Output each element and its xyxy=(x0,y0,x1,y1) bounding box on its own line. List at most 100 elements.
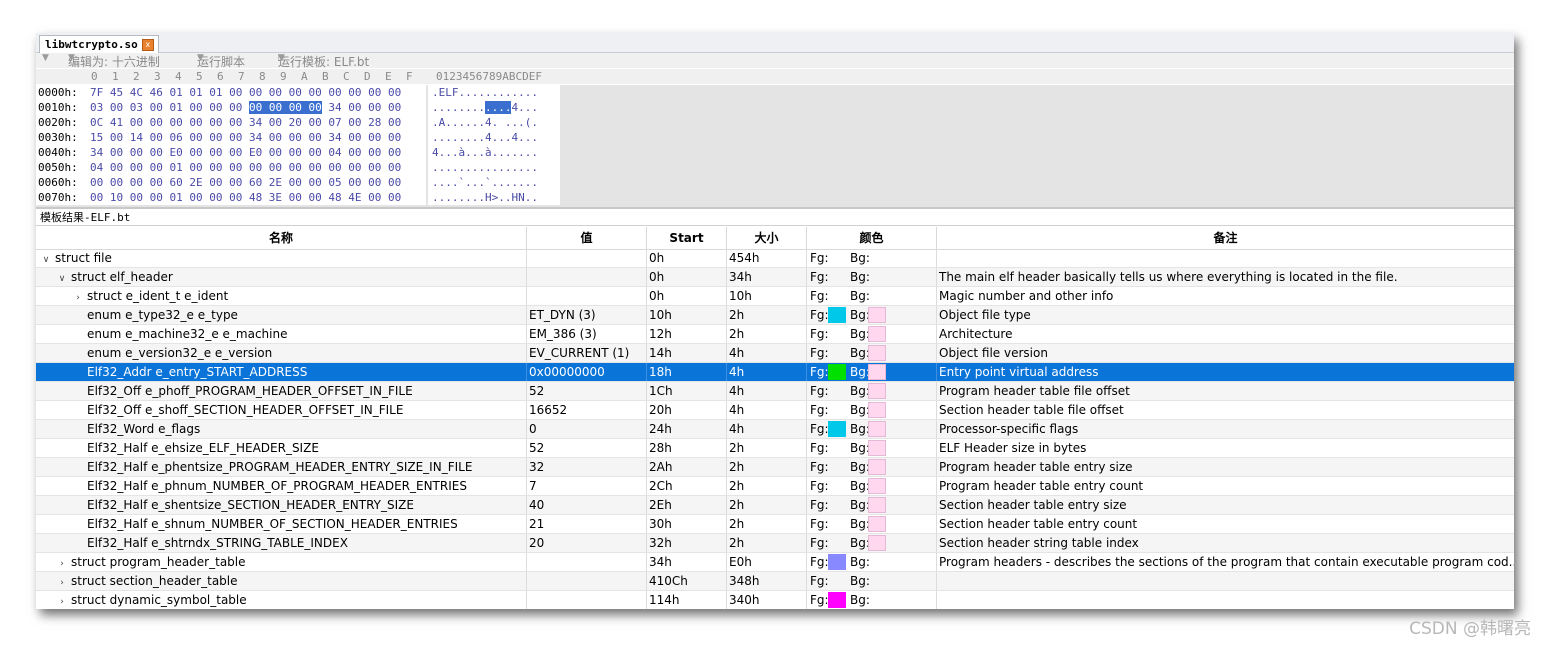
table-row[interactable]: › struct program_header_table 34h E0h Fg: Bg:… xyxy=(36,553,1514,572)
column-header-size[interactable]: 大小 xyxy=(727,227,807,249)
ascii-text[interactable]: 4... xyxy=(511,101,538,114)
bg-label: Bg: xyxy=(850,593,870,607)
table-row[interactable]: enum e_type32_e e_type ET_DYN (3) 10h 2h Fg:… xyxy=(36,306,1514,325)
table-row[interactable]: ∨ struct elf_header 0h 34h Fg: Bg: The main el… xyxy=(36,268,1514,287)
fg-color-swatch[interactable] xyxy=(828,307,846,323)
hex-bytes-selected[interactable]: 00 00 00 00 xyxy=(248,101,322,114)
row-value[interactable]: 7 xyxy=(527,477,647,495)
hex-view[interactable]: 0000h: 7F 45 4C 46 01 01 01 00 00 00 00 0… xyxy=(36,85,1514,207)
table-row[interactable]: enum e_machine32_e e_machine EM_386 (3) 12… xyxy=(36,325,1514,344)
bg-color-swatch[interactable] xyxy=(868,535,886,551)
bg-label: Bg: xyxy=(850,346,870,360)
bg-color-swatch[interactable] xyxy=(868,326,886,342)
row-value[interactable] xyxy=(527,287,647,305)
ascii-text[interactable]: 4...à...à....... xyxy=(432,146,538,159)
fg-label: Fg: xyxy=(810,574,829,588)
row-value[interactable] xyxy=(527,572,647,590)
table-row[interactable]: Elf32_Addr e_entry_START_ADDRESS 0x000000… xyxy=(36,363,1514,382)
table-row[interactable]: › struct e_ident_t e_ident 0h 10h Fg: Bg: Magi… xyxy=(36,287,1514,306)
column-header-comment[interactable]: 备注 xyxy=(937,227,1514,249)
row-value[interactable]: 40 xyxy=(527,496,647,514)
ascii-text[interactable]: ........4...4... xyxy=(432,131,538,144)
fg-color-swatch[interactable] xyxy=(828,364,846,380)
close-icon[interactable]: x xyxy=(141,38,154,51)
row-value[interactable] xyxy=(527,268,647,286)
column-header-name[interactable]: 名称 xyxy=(36,227,527,249)
table-row[interactable]: Elf32_Off e_phoff_PROGRAM_HEADER_OFFSET_… xyxy=(36,382,1514,401)
ascii-text[interactable]: ........H>..HN.. xyxy=(432,191,538,204)
fg-color-swatch[interactable] xyxy=(828,592,846,608)
bg-color-swatch[interactable] xyxy=(868,459,886,475)
table-row[interactable]: Elf32_Off e_shoff_SECTION_HEADER_OFFSET_… xyxy=(36,401,1514,420)
row-value[interactable]: 21 xyxy=(527,515,647,533)
hex-bytes[interactable]: 7F 45 4C 46 01 01 01 00 00 00 00 00 00 0… xyxy=(90,86,401,99)
bg-color-swatch[interactable] xyxy=(868,516,886,532)
collapse-chevron-icon[interactable]: ∨ xyxy=(40,251,52,267)
hex-bytes[interactable]: 34 00 00 00 xyxy=(322,101,401,114)
row-value[interactable]: 20 xyxy=(527,534,647,552)
row-value[interactable]: 52 xyxy=(527,382,647,400)
bg-color-swatch[interactable] xyxy=(868,478,886,494)
table-row[interactable]: Elf32_Half e_ehsize_ELF_HEADER_SIZE 52 28h… xyxy=(36,439,1514,458)
table-row[interactable]: Elf32_Half e_phentsize_PROGRAM_HEADER_EN… xyxy=(36,458,1514,477)
row-value[interactable]: EM_386 (3) xyxy=(527,325,647,343)
column-header-start[interactable]: Start xyxy=(647,227,727,249)
table-row[interactable]: Elf32_Half e_phnum_NUMBER_OF_PROGRAM_HEA… xyxy=(36,477,1514,496)
ascii-text[interactable]: .ELF............ xyxy=(432,86,538,99)
expand-chevron-icon[interactable]: › xyxy=(56,593,68,609)
ascii-text-selected[interactable]: .... xyxy=(484,101,512,114)
table-row[interactable]: Elf32_Half e_shnum_NUMBER_OF_SECTION_HEA… xyxy=(36,515,1514,534)
column-header-color[interactable]: 颜色 xyxy=(807,227,937,249)
row-start: 12h xyxy=(647,325,727,343)
hex-bytes[interactable]: 00 00 00 00 60 2E 00 00 60 2E 00 00 05 0… xyxy=(90,176,401,189)
row-value[interactable] xyxy=(527,249,647,267)
table-row[interactable]: enum e_version32_e e_version EV_CURRENT (… xyxy=(36,344,1514,363)
row-value[interactable] xyxy=(527,553,647,571)
row-start: 410Ch xyxy=(647,572,727,590)
bg-color-swatch[interactable] xyxy=(868,383,886,399)
expand-chevron-icon[interactable]: › xyxy=(56,555,68,571)
hex-bytes[interactable]: 00 10 00 00 01 00 00 00 48 3E 00 00 48 4… xyxy=(90,191,401,204)
ascii-text[interactable]: ................ xyxy=(432,161,538,174)
bg-color-swatch[interactable] xyxy=(868,364,886,380)
bg-color-swatch[interactable] xyxy=(868,497,886,513)
table-row[interactable]: › struct section_header_table 410Ch 348h Fg:… xyxy=(36,572,1514,591)
row-value[interactable]: 0 xyxy=(527,420,647,438)
tab-file[interactable]: libwtcrypto.so x xyxy=(39,35,159,53)
expand-chevron-icon[interactable]: › xyxy=(56,574,68,590)
table-row[interactable]: ∨ struct file 0h 454h Fg: Bg: xyxy=(36,249,1514,268)
ascii-text[interactable]: .A......4. ...(. xyxy=(432,116,538,129)
bg-color-swatch[interactable] xyxy=(868,421,886,437)
hex-bytes[interactable]: 0C 41 00 00 00 00 00 00 34 00 20 00 07 0… xyxy=(90,116,401,129)
row-comment: Architecture xyxy=(939,327,1013,341)
bg-color-swatch[interactable] xyxy=(868,307,886,323)
hex-bytes[interactable]: 15 00 14 00 06 00 00 00 34 00 00 00 34 0… xyxy=(90,131,401,144)
table-row[interactable]: Elf32_Half e_shentsize_SECTION_HEADER_EN… xyxy=(36,496,1514,515)
fg-color-swatch[interactable] xyxy=(828,421,846,437)
row-value[interactable] xyxy=(527,591,647,609)
bg-color-swatch[interactable] xyxy=(868,402,886,418)
row-value[interactable]: EV_CURRENT (1) xyxy=(527,344,647,362)
ascii-text[interactable]: ........ xyxy=(432,101,485,114)
expand-chevron-icon[interactable]: › xyxy=(72,289,84,305)
bg-color-swatch[interactable] xyxy=(868,440,886,456)
row-value[interactable]: 0x00000000 xyxy=(527,363,647,381)
table-row[interactable]: Elf32_Word e_flags 0 24h 4h Fg: Bg: Processor-… xyxy=(36,420,1514,439)
ascii-text[interactable]: ....`...`....... xyxy=(432,176,538,189)
fg-color-swatch[interactable] xyxy=(828,554,846,570)
row-value[interactable]: ET_DYN (3) xyxy=(527,306,647,324)
collapse-icon[interactable]: ▼ xyxy=(42,53,49,63)
hex-address: 0040h: xyxy=(36,145,84,160)
row-value[interactable]: 16652 xyxy=(527,401,647,419)
table-row[interactable]: › struct dynamic_symbol_table 114h 340h Fg: B… xyxy=(36,591,1514,609)
bg-color-swatch[interactable] xyxy=(868,345,886,361)
row-value[interactable]: 32 xyxy=(527,458,647,476)
column-header-value[interactable]: 值 xyxy=(527,227,647,249)
hex-bytes[interactable]: 03 00 03 00 01 00 00 00 xyxy=(90,101,249,114)
collapse-chevron-icon[interactable]: ∨ xyxy=(56,270,68,286)
hex-bytes[interactable]: 34 00 00 00 E0 00 00 00 E0 00 00 00 04 0… xyxy=(90,146,401,159)
hex-bytes[interactable]: 04 00 00 00 01 00 00 00 00 00 00 00 00 0… xyxy=(90,161,401,174)
row-size: 348h xyxy=(727,572,807,590)
table-row[interactable]: Elf32_Half e_shtrndx_STRING_TABLE_INDEX 2… xyxy=(36,534,1514,553)
row-value[interactable]: 52 xyxy=(527,439,647,457)
